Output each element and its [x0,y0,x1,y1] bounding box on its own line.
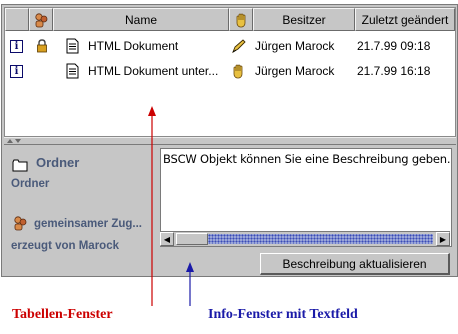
scroll-right-button[interactable]: ▶ [436,232,450,246]
horizontal-scrollbar[interactable]: ◀ ▶ [160,231,450,246]
header-name-label: Name [124,12,157,27]
owner-cell: Jürgen Marock [255,64,335,78]
folder-type: Ordner [11,178,50,190]
info-icon[interactable]: i [10,64,23,78]
modified-cell: 21.7.99 09:18 [357,39,431,53]
document-table: Name Besitzer Zuletzt geändert i HTML Do… [4,7,456,137]
table-row[interactable]: i HTML Dokument Jürgen Marock 21.7.99 09… [5,34,455,58]
document-icon [66,38,79,54]
document-name[interactable]: HTML Dokument [88,39,178,53]
header-share-column[interactable] [29,8,53,31]
document-name[interactable]: HTML Dokument unter... [88,64,218,78]
folder-title: Ordner [36,155,80,170]
share-people-icon [35,12,48,27]
bscw-window: Name Besitzer Zuletzt geändert i HTML Do… [1,4,458,277]
shared-label: gemeinsamer Zug... [34,218,143,230]
lock-icon [37,39,47,53]
header-lock-column[interactable] [229,8,253,31]
hand-icon [233,64,243,79]
modified-cell: 21.7.99 16:18 [357,64,431,78]
scroll-track[interactable] [208,234,433,244]
header-owner-label: Besitzer [282,12,326,27]
split-divider[interactable] [4,137,456,145]
document-icon [66,63,79,79]
description-text: BSCW Objekt können Sie eine Beschreibung… [163,152,451,166]
share-people-icon [14,216,27,231]
table-header: Name Besitzer Zuletzt geändert [5,8,455,31]
info-window-annotation: Info-Fenster mit Textfeld [208,307,358,322]
header-owner[interactable]: Besitzer [253,8,355,31]
info-icon-cell[interactable]: i [10,34,26,58]
table-window-annotation: Tabellen-Fenster [12,307,113,322]
scroll-left-button[interactable]: ◀ [160,232,174,246]
header-info-column[interactable] [5,8,29,31]
name-cell[interactable]: HTML Dokument [66,34,226,58]
status-cell [231,59,251,83]
lock-cell [36,34,52,58]
scroll-thumb[interactable] [176,233,208,245]
edit-pen-icon [232,39,246,54]
header-modified-label: Zuletzt geändert [361,12,449,27]
folder-icon [12,159,28,172]
table-row[interactable]: i HTML Dokument unter... Jürgen Marock 2… [5,59,455,83]
created-by: erzeugt von Marock [11,240,119,252]
info-panel: Ordner Ordner gemeinsamer Zug... erzeugt… [4,145,156,273]
update-description-button[interactable]: Beschreibung aktualisieren [260,253,450,275]
name-cell[interactable]: HTML Dokument unter... [66,59,226,83]
info-icon[interactable]: i [10,39,23,53]
collapse-arrows-icon[interactable] [6,138,26,144]
header-modified[interactable]: Zuletzt geändert [355,8,455,31]
owner-cell: Jürgen Marock [255,39,335,53]
hand-icon [236,13,246,27]
header-name[interactable]: Name [53,8,229,31]
info-icon-cell[interactable]: i [10,59,26,83]
status-cell [231,34,251,58]
